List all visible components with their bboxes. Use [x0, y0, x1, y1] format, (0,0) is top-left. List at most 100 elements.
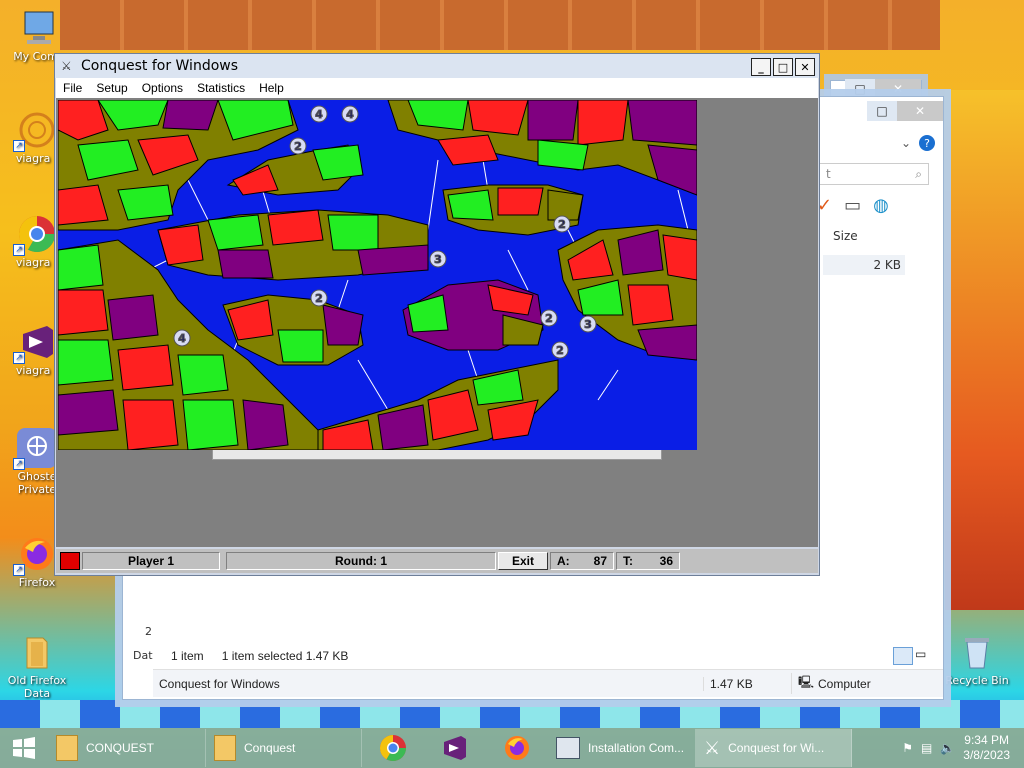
desktop-wallpaper-top — [60, 0, 940, 50]
army-count-label: 3 — [584, 318, 592, 331]
details-size: 1.47 KB — [703, 676, 791, 691]
email-icon[interactable]: ▭ — [844, 195, 861, 216]
mandala-icon: ↗ — [13, 110, 57, 152]
flag-icon[interactable]: ⚑ — [902, 741, 913, 755]
clock-date: 3/8/2023 — [963, 748, 1010, 762]
file-size-cell: 2 KB — [823, 255, 905, 275]
army-count-label: 2 — [315, 292, 323, 305]
network-icon[interactable]: ▤ — [921, 741, 932, 755]
shortcut-arrow-icon: ↗ — [13, 140, 25, 152]
clock[interactable]: 9:34 PM 3/8/2023 — [963, 733, 1010, 763]
round-panel: Round: 1 — [226, 552, 496, 570]
firefox-icon — [505, 736, 529, 760]
shortcut-arrow-icon: ↗ — [13, 352, 25, 364]
menu-statistics[interactable]: Statistics — [190, 81, 252, 95]
taskbar-item-conquest[interactable]: Conquest — [206, 729, 362, 767]
folder-icon — [56, 735, 78, 761]
player-color-swatch — [60, 552, 80, 570]
maximize-button[interactable]: □ — [773, 58, 793, 76]
close-button[interactable]: ✕ — [795, 58, 815, 76]
visual-studio-icon: ↗ — [13, 322, 57, 364]
view-switcher: ▭ — [893, 647, 943, 665]
taskbar-pin-visual-studio[interactable] — [424, 729, 486, 767]
armies-panel: A: 87 — [550, 552, 614, 570]
army-count-label: 2 — [558, 218, 566, 231]
globe-icon: ↗ — [13, 428, 57, 470]
shortcut-arrow-icon: ↗ — [13, 244, 25, 256]
installer-icon — [556, 737, 580, 759]
player-panel: Player 1 — [82, 552, 220, 570]
desktop-icon-recycle-bin[interactable]: Recycle Bin — [940, 632, 1014, 687]
army-count-label: 2 — [556, 344, 564, 357]
taskbar-item-conquest-for-windows[interactable]: ⚔ Conquest for Wi... — [696, 729, 852, 767]
menu-options[interactable]: Options — [135, 81, 190, 95]
shortcut-arrow-icon: ↗ — [13, 564, 25, 576]
minimize-button[interactable]: _ — [751, 58, 771, 76]
system-tray: ⚑ ▤ 🔈 9:34 PM 3/8/2023 — [902, 733, 1024, 763]
game-client-area: 4 4 2 2 3 2 2 3 4 2 — [56, 98, 818, 547]
selected-info: 1 item selected 1.47 KB — [221, 649, 349, 663]
firefox-icon: ↗ — [13, 534, 57, 576]
explorer-status-bar: 1 item 1 item selected 1.47 KB ▭ — [153, 645, 943, 667]
chrome-icon — [379, 735, 407, 762]
menu-help[interactable]: Help — [252, 81, 291, 95]
details-name: Conquest for Windows — [159, 676, 280, 691]
desktop-wallpaper-floor — [0, 700, 1024, 728]
search-icon: ⌕ — [915, 166, 922, 181]
menu-setup[interactable]: Setup — [89, 81, 134, 95]
sword-icon: ⚔ — [61, 59, 72, 73]
close-icon[interactable]: ✕ — [897, 101, 943, 121]
large-icons-view-icon[interactable]: ▭ — [915, 647, 935, 665]
chevron-down-icon[interactable]: ⌄ — [901, 136, 911, 150]
taskbar-pin-firefox[interactable] — [486, 729, 548, 767]
left-pane-marker: 2 — [145, 625, 152, 638]
volume-icon[interactable]: 🔈 — [940, 741, 955, 755]
shell-icon[interactable]: ◍ — [873, 195, 889, 216]
sword-icon: ⚔ — [704, 737, 721, 758]
explorer-toolbar: ✓ ▭ ◍ — [817, 195, 889, 216]
restore-icon[interactable]: □ — [867, 101, 897, 121]
folder-icon — [214, 735, 236, 761]
taskbar: CONQUEST Conquest Installation Com... ⚔ … — [0, 728, 1024, 768]
menu-bar: File Setup Options Statistics Help — [56, 78, 818, 98]
computer-icon — [19, 8, 59, 48]
chrome-icon: ↗ — [13, 214, 57, 256]
desktop-icon-old-firefox-data[interactable]: Old Firefox Data — [0, 632, 74, 700]
computer-icon: 🖳 — [798, 675, 815, 689]
shortcut-arrow-icon: ↗ — [13, 458, 25, 470]
windows-logo-icon — [13, 737, 35, 759]
desktop-wallpaper-right — [945, 90, 1024, 610]
taskbar-item-conquest-folder[interactable]: CONQUEST — [48, 729, 206, 767]
taskbar-item-installation[interactable]: Installation Com... — [548, 729, 696, 767]
start-button[interactable] — [0, 728, 48, 768]
army-count-label: 4 — [346, 108, 354, 121]
explorer-address-row: ⌄ ? — [901, 135, 935, 151]
territories-panel: T: 36 — [616, 552, 680, 570]
menu-file[interactable]: File — [56, 81, 89, 95]
army-count-label: 4 — [315, 108, 323, 121]
conquest-window[interactable]: ⚔ Conquest for Windows _ □ ✕ File Setup … — [54, 53, 820, 576]
exit-button[interactable]: Exit — [498, 552, 548, 570]
conquest-title-bar[interactable]: ⚔ Conquest for Windows — [55, 54, 819, 78]
taskbar-pin-chrome[interactable] — [362, 729, 424, 767]
army-count-label: 4 — [178, 332, 186, 345]
explorer-details-bar: Conquest for Windows 1.47 KB 🖳 Computer — [153, 669, 943, 697]
details-view-icon[interactable] — [893, 647, 913, 665]
help-icon[interactable]: ? — [919, 135, 935, 151]
army-count-label: 2 — [294, 140, 302, 153]
caption-buttons: _ □ ✕ — [751, 58, 815, 76]
game-status-bar: Player 1 Round: 1 Exit A: 87 T: 36 — [56, 549, 818, 573]
search-input[interactable]: t ⌕ — [819, 163, 929, 185]
item-count: 1 item — [171, 649, 204, 663]
army-count-label: 3 — [434, 253, 442, 266]
left-pane-marker-dat: Dat — [133, 649, 153, 662]
column-header-size[interactable]: Size — [833, 229, 858, 243]
map-svg[interactable]: 4 4 2 2 3 2 2 3 4 2 — [58, 100, 697, 450]
details-location: 🖳 Computer — [791, 673, 871, 694]
visual-studio-icon — [444, 736, 466, 760]
folder-icon — [17, 632, 57, 672]
clock-time: 9:34 PM — [964, 733, 1009, 747]
territories[interactable] — [58, 100, 697, 450]
game-map[interactable]: 4 4 2 2 3 2 2 3 4 2 — [58, 100, 697, 450]
recycle-bin-icon — [957, 632, 997, 672]
